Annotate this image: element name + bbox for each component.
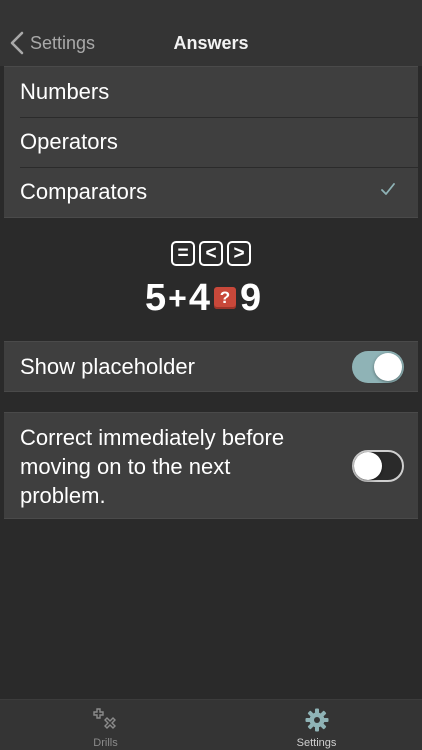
plus-times-icon: [92, 708, 116, 729]
show-placeholder-row: Show placeholder: [4, 341, 418, 392]
equation-right-operand: 4: [188, 276, 210, 319]
correct-immediately-row: Correct immediately before moving on to …: [4, 412, 418, 519]
tab-label: Drills: [93, 737, 118, 749]
comparator-symbols: = < >: [171, 241, 251, 266]
correct-immediately-label-line-2: moving on to the next: [20, 454, 231, 479]
answer-preview: = < > 5 + 4 ? 9: [0, 241, 422, 321]
correct-immediately-label-line-3: problem.: [20, 483, 106, 508]
question-placeholder-icon: ?: [213, 287, 236, 309]
tab-bar: Drills Settings: [0, 699, 422, 750]
equation-operator: +: [168, 279, 187, 316]
answer-type-numbers[interactable]: Numbers: [4, 67, 418, 117]
equation-result: 9: [239, 276, 262, 319]
answer-type-comparators[interactable]: Comparators: [4, 167, 418, 217]
screen: Settings Answers Numbers Operators Compa…: [0, 0, 422, 750]
show-placeholder-label: Show placeholder: [20, 354, 195, 379]
comparator-greater-than: >: [227, 241, 251, 266]
comparator-less-than: <: [199, 241, 223, 266]
show-placeholder-toggle[interactable]: [352, 351, 404, 383]
correct-immediately-label-line-1: Correct immediately before: [20, 425, 285, 450]
answer-type-label: Comparators: [20, 179, 148, 204]
toggle-knob: [374, 353, 402, 381]
correct-immediately-toggle[interactable]: [352, 450, 404, 482]
comparator-equal: =: [171, 241, 195, 266]
navigation-bar: Settings Answers: [0, 0, 422, 66]
toggle-knob: [354, 452, 382, 480]
page-title: Answers: [173, 33, 249, 53]
tab-settings[interactable]: Settings: [211, 700, 422, 750]
equation-left-operand: 5: [145, 276, 167, 319]
tab-drills[interactable]: Drills: [0, 700, 211, 750]
answer-type-label: Numbers: [20, 79, 110, 104]
answer-type-list: Numbers Operators Comparators: [4, 66, 418, 218]
answer-type-operators[interactable]: Operators: [4, 117, 418, 167]
gear-icon: [305, 708, 328, 732]
tab-label: Settings: [296, 737, 337, 749]
checkmark-icon: [381, 183, 395, 195]
sample-equation: 5 + 4 ? 9: [145, 277, 261, 319]
answer-type-label: Operators: [20, 129, 118, 154]
